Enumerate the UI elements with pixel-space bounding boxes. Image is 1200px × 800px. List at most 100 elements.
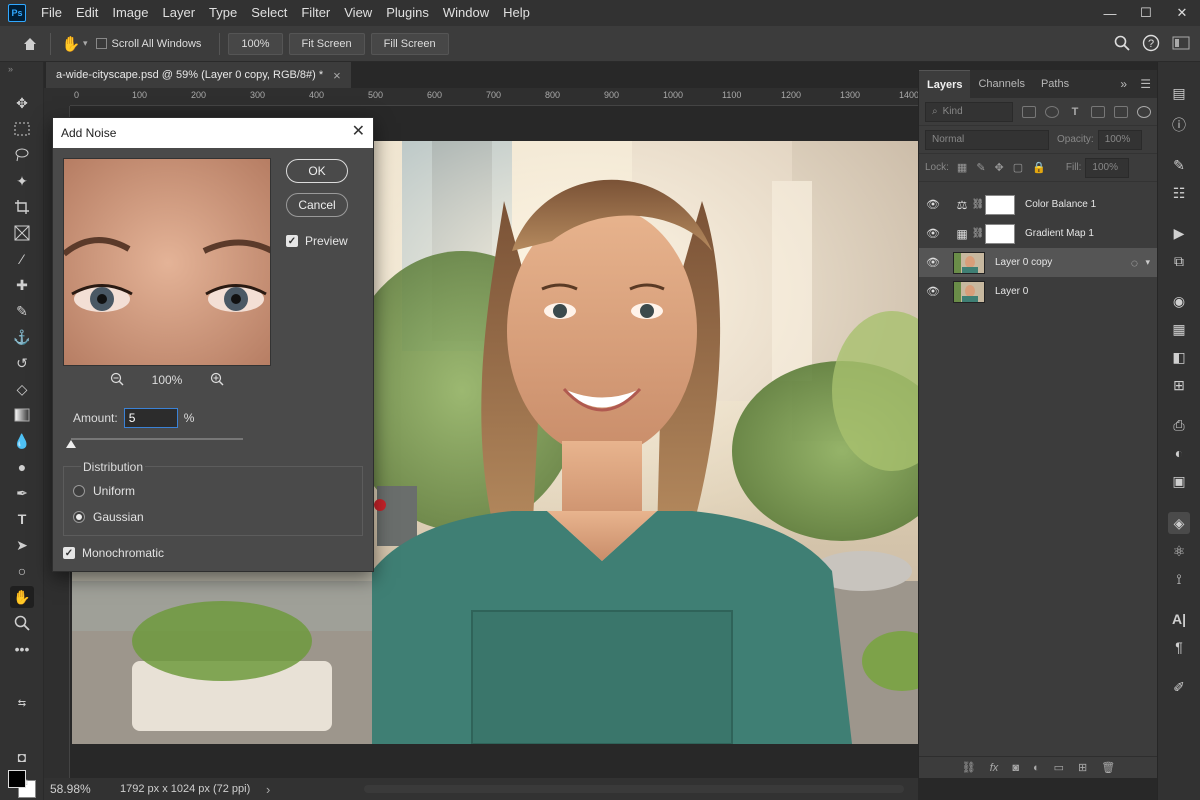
eyedropper-icon[interactable]: ⁄	[10, 248, 34, 270]
quick-mask-icon[interactable]: ◘	[10, 746, 34, 768]
layer-color-balance[interactable]: 👁 ⚖ ⛓ Color Balance 1	[919, 190, 1158, 219]
notes-icon[interactable]: ✐	[1168, 676, 1190, 698]
search-icon[interactable]	[1114, 35, 1130, 54]
dialog-title-bar[interactable]: Add Noise	[53, 118, 373, 148]
eye-icon[interactable]: 👁	[919, 227, 947, 240]
preview-checkbox[interactable]: ✓ Preview	[286, 234, 348, 248]
help-icon[interactable]: ?	[1142, 34, 1160, 55]
channels-icon[interactable]: ⚛	[1168, 540, 1190, 562]
paragraph-icon[interactable]: ¶	[1168, 636, 1190, 658]
layers-icon[interactable]: ◈	[1168, 512, 1190, 534]
eraser-icon[interactable]: ◇	[10, 378, 34, 400]
smart-filter-icon[interactable]: ◌	[1131, 256, 1138, 270]
gradients-icon[interactable]: ◧	[1168, 346, 1190, 368]
hand-tool-icon[interactable]: ✋	[59, 32, 83, 56]
new-layer-icon[interactable]: ⊞	[1078, 761, 1087, 774]
learn-icon[interactable]: ▤	[1168, 82, 1190, 104]
expand-arrows-icon[interactable]: »	[8, 64, 13, 74]
lock-transparent-icon[interactable]: ▦	[957, 161, 967, 174]
healing-brush-icon[interactable]: ✚	[10, 274, 34, 296]
minimize-button[interactable]: —	[1092, 0, 1128, 26]
layer-mask-thumbnail[interactable]	[985, 223, 1015, 244]
libraries-icon[interactable]: ▣	[1168, 470, 1190, 492]
layer-thumbnail[interactable]	[953, 280, 985, 303]
eye-icon[interactable]: 👁	[919, 198, 947, 211]
lock-all-icon[interactable]: 🔒	[1032, 161, 1046, 174]
lock-position-icon[interactable]: ✥	[995, 161, 1004, 174]
layer-0-copy[interactable]: 👁 Layer 0 copy ◌ ▾	[919, 248, 1158, 277]
more-tools-icon[interactable]: •••	[10, 638, 34, 660]
maximize-button[interactable]: ☐	[1128, 0, 1164, 26]
marquee-tool-icon[interactable]	[10, 118, 34, 140]
foreground-color[interactable]	[8, 770, 26, 788]
eye-icon[interactable]: 👁	[919, 285, 947, 298]
crop-tool-icon[interactable]	[10, 196, 34, 218]
filter-preview[interactable]	[63, 158, 271, 366]
lock-pixels-icon[interactable]: ✎	[976, 161, 985, 174]
zoom-out-icon[interactable]	[110, 372, 124, 389]
layer-thumbnail[interactable]	[953, 251, 985, 274]
ellipse-tool-icon[interactable]: ○	[10, 560, 34, 582]
history-brush-icon[interactable]: ↺	[10, 352, 34, 374]
adjustment-filter-icon[interactable]	[1045, 105, 1059, 118]
zoom-level[interactable]: 58.98%	[44, 782, 102, 796]
brush-tool-icon[interactable]: ✎	[10, 300, 34, 322]
close-tab-icon[interactable]: ×	[333, 68, 341, 83]
lock-artboard-icon[interactable]: ▢	[1013, 161, 1023, 174]
uniform-radio[interactable]: Uniform	[73, 484, 135, 498]
add-mask-icon[interactable]: ◙	[1012, 762, 1019, 774]
cancel-button[interactable]: Cancel	[286, 193, 348, 217]
menu-plugins[interactable]: Plugins	[379, 0, 436, 26]
blend-mode-select[interactable]: Normal	[925, 129, 1049, 150]
pen-tool-icon[interactable]: ✒	[10, 482, 34, 504]
dodge-tool-icon[interactable]: ●	[10, 456, 34, 478]
default-colors-icon[interactable]: ⇆	[10, 692, 34, 714]
move-tool-icon[interactable]: ✥	[10, 92, 34, 114]
menu-type[interactable]: Type	[202, 0, 244, 26]
lasso-tool-icon[interactable]	[10, 144, 34, 166]
opacity-input[interactable]: 100%	[1097, 129, 1142, 150]
dialog-close-icon[interactable]: ✕	[352, 124, 365, 140]
type-filter-icon[interactable]: T	[1068, 106, 1082, 118]
link-layers-icon[interactable]: ⛓	[962, 761, 976, 774]
layer-mask-thumbnail[interactable]	[985, 194, 1015, 215]
status-arrow-icon[interactable]: ›	[266, 782, 270, 797]
home-icon[interactable]	[18, 32, 42, 56]
monochromatic-checkbox[interactable]: ✓ Monochromatic	[63, 546, 164, 560]
chevron-down-icon[interactable]: ▾	[1145, 257, 1150, 268]
paths-icon[interactable]: ⟟	[1168, 568, 1190, 590]
panel-menu-icon[interactable]: ☰	[1140, 77, 1151, 91]
adjust-sliders-icon[interactable]: ☷	[1168, 182, 1190, 204]
collapse-icon[interactable]: »	[1120, 77, 1127, 91]
scroll-all-windows-checkbox[interactable]: Scroll All Windows	[95, 38, 201, 50]
filter-kind-select[interactable]: ⌕ Kind	[925, 101, 1013, 122]
workspace-icon[interactable]	[1172, 36, 1190, 53]
layer-gradient-map[interactable]: 👁 ▦ ⛓ Gradient Map 1	[919, 219, 1158, 248]
adjustments-icon[interactable]: ◐	[1168, 442, 1190, 464]
amount-slider-track[interactable]	[71, 438, 243, 440]
delete-layer-icon[interactable]: 🗑	[1101, 761, 1115, 774]
menu-filter[interactable]: Filter	[294, 0, 337, 26]
document-tab[interactable]: a-wide-cityscape.psd @ 59% (Layer 0 copy…	[46, 62, 351, 88]
fill-screen-button[interactable]: Fill Screen	[370, 32, 449, 55]
fit-screen-button[interactable]: Fit Screen	[288, 32, 365, 55]
magic-wand-icon[interactable]: ✦	[10, 170, 34, 192]
menu-image[interactable]: Image	[105, 0, 155, 26]
info-icon[interactable]: ⓘ	[1168, 114, 1190, 136]
menu-view[interactable]: View	[337, 0, 379, 26]
clone-stamp-icon[interactable]: ⚓	[10, 326, 34, 348]
hand-tool-icon[interactable]: ✋	[10, 586, 34, 608]
amount-slider-thumb[interactable]	[66, 440, 76, 448]
ok-button[interactable]: OK	[286, 159, 348, 183]
cloud-docs-icon[interactable]: ⧉	[1168, 250, 1190, 272]
tab-layers[interactable]: Layers	[919, 70, 971, 98]
fill-input[interactable]: 100%	[1085, 157, 1130, 178]
actions-play-icon[interactable]: ▶	[1168, 222, 1190, 244]
zoom-100-button[interactable]: 100%	[228, 32, 283, 55]
menu-file[interactable]: File	[34, 0, 69, 26]
patterns-icon[interactable]: ⊞	[1168, 374, 1190, 396]
image-filter-icon[interactable]	[1022, 105, 1036, 118]
menu-help[interactable]: Help	[496, 0, 537, 26]
brush-settings-icon[interactable]: ✎	[1168, 154, 1190, 176]
eye-icon[interactable]: 👁	[919, 256, 947, 269]
